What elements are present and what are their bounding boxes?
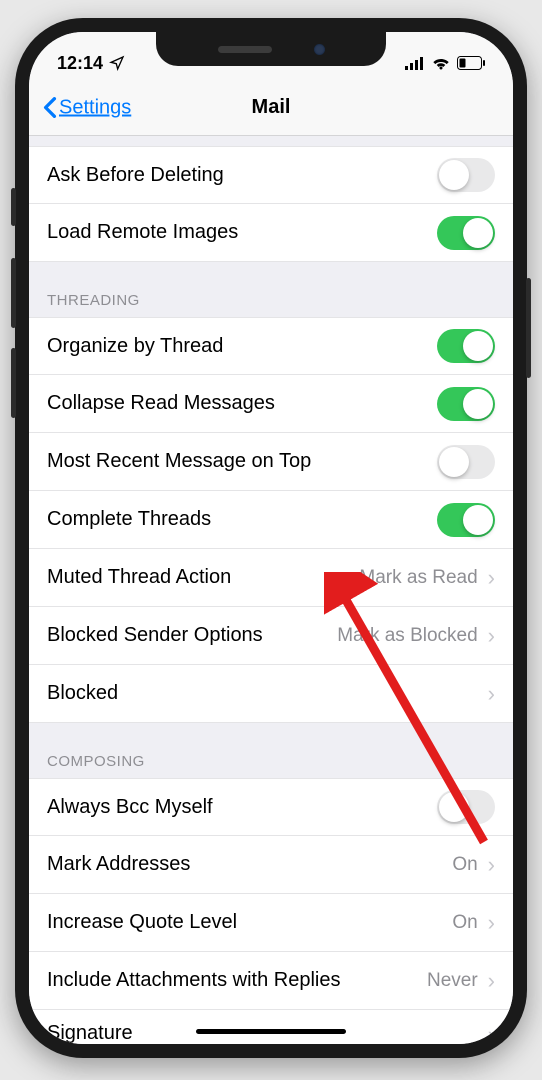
toggle-collapse-read-messages[interactable] — [437, 387, 495, 421]
label: Organize by Thread — [47, 335, 437, 358]
chevron-right-icon: › — [488, 1022, 495, 1044]
row-ask-before-deleting[interactable]: Ask Before Deleting — [29, 146, 513, 204]
label: Include Attachments with Replies — [47, 969, 427, 992]
label: Ask Before Deleting — [47, 164, 437, 187]
row-increase-quote-level[interactable]: Increase Quote Level On › — [29, 894, 513, 952]
label: Complete Threads — [47, 508, 437, 531]
row-mark-addresses[interactable]: Mark Addresses On › — [29, 836, 513, 894]
row-always-bcc-myself[interactable]: Always Bcc Myself — [29, 778, 513, 836]
row-load-remote-images[interactable]: Load Remote Images — [29, 204, 513, 262]
row-muted-thread-action[interactable]: Muted Thread Action Mark as Read › — [29, 549, 513, 607]
status-time: 12:14 — [57, 53, 103, 74]
toggle-load-remote-images[interactable] — [437, 216, 495, 250]
speaker — [218, 46, 272, 53]
chevron-right-icon: › — [488, 681, 495, 707]
row-organize-by-thread[interactable]: Organize by Thread — [29, 317, 513, 375]
side-button — [526, 278, 531, 378]
label: Load Remote Images — [47, 221, 437, 244]
chevron-right-icon: › — [488, 910, 495, 936]
cellular-icon — [405, 57, 425, 70]
chevron-right-icon: › — [488, 968, 495, 994]
label: Blocked — [47, 682, 482, 705]
toggle-complete-threads[interactable] — [437, 503, 495, 537]
label: Collapse Read Messages — [47, 392, 437, 415]
detail-value: Mark as Read — [359, 567, 477, 589]
nav-bar: Settings Mail — [29, 80, 513, 136]
row-collapse-read-messages[interactable]: Collapse Read Messages — [29, 375, 513, 433]
screen: 12:14 Settings Mail Ask Before Deleting — [29, 32, 513, 1044]
row-most-recent-on-top[interactable]: Most Recent Message on Top — [29, 433, 513, 491]
label: Mark Addresses — [47, 853, 452, 876]
phone-frame: 12:14 Settings Mail Ask Before Deleting — [15, 18, 527, 1058]
detail-value: Never — [427, 970, 478, 992]
section-header-composing: COMPOSING — [29, 723, 513, 778]
wifi-icon — [431, 56, 451, 70]
toggle-ask-before-deleting[interactable] — [437, 158, 495, 192]
label: Muted Thread Action — [47, 566, 359, 589]
chevron-right-icon: › — [488, 623, 495, 649]
chevron-right-icon: › — [488, 565, 495, 591]
chevron-right-icon: › — [488, 852, 495, 878]
row-blocked[interactable]: Blocked › — [29, 665, 513, 723]
row-blocked-sender-options[interactable]: Blocked Sender Options Mark as Blocked › — [29, 607, 513, 665]
home-indicator[interactable] — [196, 1029, 346, 1034]
chevron-left-icon — [43, 97, 57, 119]
detail-value: On — [452, 912, 477, 934]
notch — [156, 32, 386, 66]
label: Most Recent Message on Top — [47, 450, 437, 473]
front-camera — [314, 44, 325, 55]
toggle-organize-by-thread[interactable] — [437, 329, 495, 363]
toggle-most-recent-on-top[interactable] — [437, 445, 495, 479]
back-label: Settings — [59, 96, 131, 119]
back-button[interactable]: Settings — [43, 96, 131, 119]
row-signature[interactable]: Signature › — [29, 1010, 513, 1044]
label: Increase Quote Level — [47, 911, 452, 934]
row-include-attachments[interactable]: Include Attachments with Replies Never › — [29, 952, 513, 1010]
battery-icon — [457, 56, 485, 70]
row-complete-threads[interactable]: Complete Threads — [29, 491, 513, 549]
detail-value: Mark as Blocked — [337, 625, 477, 647]
detail-value: On — [452, 854, 477, 876]
side-button — [11, 348, 16, 418]
page-title: Mail — [252, 96, 291, 119]
label: Always Bcc Myself — [47, 796, 437, 819]
toggle-always-bcc-myself[interactable] — [437, 790, 495, 824]
section-header-threading: THREADING — [29, 262, 513, 317]
side-button — [11, 188, 16, 226]
location-icon — [109, 55, 125, 71]
content-scroll[interactable]: Ask Before Deleting Load Remote Images T… — [29, 136, 513, 1044]
side-button — [11, 258, 16, 328]
label: Blocked Sender Options — [47, 624, 337, 647]
